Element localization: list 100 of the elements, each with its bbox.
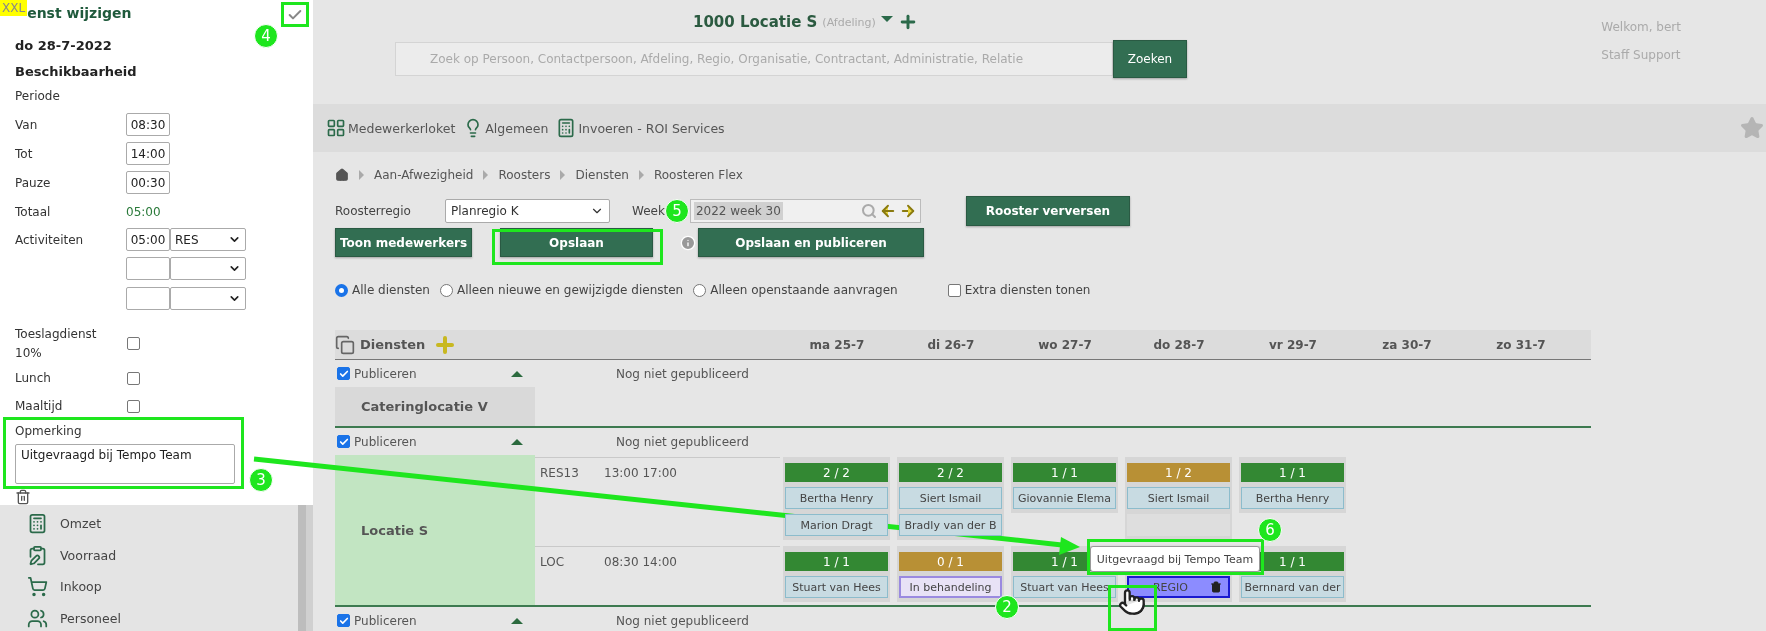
section-heading: Beschikbaarheid — [15, 62, 137, 81]
refresh-button[interactable]: Rooster verversen — [965, 196, 1130, 226]
shift-entry[interactable]: Marion Dragt — [785, 514, 888, 536]
chevron-icon — [638, 170, 644, 180]
option-label: Maaltijd — [15, 397, 64, 415]
activity-select[interactable] — [170, 286, 246, 310]
shift-entry[interactable]: Stuart van Hees — [785, 576, 888, 598]
hours-field[interactable]: 05:00 — [126, 228, 170, 251]
publish-checkbox[interactable] — [337, 367, 350, 380]
breadcrumb-link[interactable]: Aan-Afwezigheid — [374, 168, 474, 182]
shift-entry[interactable]: Stuart van Hees — [1013, 576, 1116, 598]
sidebar-item[interactable]: Personeel — [27, 602, 298, 631]
publish-checkbox[interactable] — [337, 435, 350, 448]
field-label: Pauze — [15, 175, 52, 190]
location-type: (Afdeling) — [822, 15, 876, 29]
day-header: za 30-7 — [1381, 337, 1433, 352]
remark-field[interactable]: Uitgevraagd bij Tempo Team — [15, 444, 235, 484]
count-bar: 2 / 2 — [785, 463, 888, 482]
count-bar: 1 / 1 — [785, 552, 888, 571]
breadcrumb-link[interactable]: Roosters — [498, 168, 551, 182]
action-button[interactable]: Toon medewerkers — [335, 228, 472, 257]
step-marker: 6 — [1258, 518, 1282, 542]
toolbar-item[interactable]: Invoeren - ROI Services — [556, 118, 725, 138]
checkbox-label: Extra diensten tonen — [964, 283, 1091, 297]
total-value: 05:00 — [126, 204, 161, 219]
star-icon[interactable] — [1740, 116, 1764, 140]
option-checkbox[interactable] — [127, 399, 140, 413]
count-bar: 1 / 2 — [1127, 463, 1230, 482]
publish-checkbox[interactable] — [337, 614, 350, 627]
shift-entry[interactable]: Bertha Henry — [785, 487, 888, 509]
field-label: Activiteiten — [15, 232, 84, 247]
chevron-icon — [359, 170, 364, 180]
time-field[interactable]: 14:00 — [126, 142, 170, 165]
shift-time: 08:30 14:00 — [604, 555, 677, 571]
breadcrumb-link[interactable]: Roosteren Flex — [653, 168, 743, 182]
radio-label: Alle diensten — [352, 283, 430, 297]
activity-select[interactable]: RES — [170, 228, 246, 251]
shift-entry[interactable]: In behandeling — [899, 576, 1002, 598]
shift-entry[interactable]: Giovannie Elema — [1013, 487, 1116, 509]
option-checkbox[interactable] — [127, 371, 140, 385]
size-badge: XXL — [0, 0, 28, 16]
sidebar-item[interactable]: Inkoop — [27, 571, 298, 603]
option-checkbox[interactable] — [127, 337, 140, 350]
clipboard-icon — [27, 544, 48, 566]
collapse-icon[interactable] — [511, 438, 523, 445]
collapse-icon[interactable] — [511, 370, 523, 377]
shift-entry[interactable]: Siert Ismail — [899, 487, 1002, 509]
shift-code: RES13 — [539, 466, 580, 482]
week-field[interactable]: 2022 week 30 — [689, 199, 921, 223]
breadcrumb-link[interactable]: Diensten — [575, 168, 629, 182]
radio-button[interactable] — [693, 283, 707, 297]
hours-field[interactable] — [126, 286, 170, 310]
shift-time: 13:00 17:00 — [604, 466, 677, 482]
option-label: Lunch — [15, 369, 52, 387]
toolbar-item[interactable]: Algemeen — [463, 118, 549, 138]
search-field[interactable]: Zoek op Persoon, Contactpersoon, Afdeling, Regio, Organisatie, Contractant, Administratie, Relatie — [395, 42, 1113, 76]
caret-icon[interactable] — [880, 16, 893, 22]
action-button[interactable]: Opslaan en publiceren — [698, 228, 924, 257]
publish-status: Nog niet gepubliceerd — [616, 434, 749, 449]
sidebar-item[interactable]: Omzet — [27, 508, 298, 540]
location-title: 1000 Locatie S — [693, 13, 818, 31]
extra-checkbox[interactable] — [947, 283, 961, 297]
hours-field[interactable] — [126, 256, 170, 280]
shift-entry[interactable]: Bradly van der B — [899, 514, 1002, 536]
time-field[interactable]: 08:30 — [126, 113, 170, 136]
tooltip: Uitgevraagd bij Tempo Team — [1090, 546, 1260, 572]
scrollbar[interactable] — [298, 505, 306, 631]
hand-cursor-icon — [1118, 588, 1146, 616]
activity-select[interactable] — [170, 256, 246, 280]
location-cell: Cateringlocatie V — [335, 387, 535, 426]
count-bar: 1 / 1 — [1013, 463, 1116, 482]
day-header: vr 29-7 — [1268, 337, 1318, 352]
info-icon[interactable] — [680, 234, 696, 251]
sidebar-item[interactable]: Voorraad — [27, 539, 298, 571]
chevron-icon — [483, 170, 489, 180]
field-label: Tot — [15, 146, 34, 161]
radio-button[interactable] — [439, 283, 453, 297]
field-label: Opmerking — [15, 423, 83, 440]
shift-entry[interactable]: Bernnard van der — [1241, 576, 1344, 598]
shift-entry[interactable]: Bertha Henry — [1241, 487, 1344, 509]
schedule-title: Diensten — [360, 337, 426, 352]
copy-icon[interactable] — [335, 334, 355, 355]
search-button[interactable]: Zoeken — [1113, 40, 1187, 78]
day-header: ma 25-7 — [808, 337, 866, 352]
step-marker: 5 — [665, 199, 689, 223]
panel-title: enst wijzigen — [27, 5, 132, 21]
people-icon — [27, 607, 48, 629]
trash-icon[interactable] — [15, 489, 31, 505]
radio-label: Alleen openstaande aanvragen — [710, 283, 898, 297]
location-cell: Locatie S — [335, 455, 535, 605]
home-icon[interactable] — [335, 168, 349, 182]
action-button[interactable]: Opslaan — [500, 228, 653, 257]
region-select[interactable]: Planregio K — [445, 199, 610, 223]
option-label: Toeslagdienst 10% — [15, 325, 98, 362]
toolbar-item[interactable]: Medewerkerloket — [326, 118, 456, 138]
collapse-icon[interactable] — [511, 617, 523, 624]
radio-button[interactable] — [335, 283, 348, 297]
shift-entry[interactable]: Siert Ismail — [1127, 487, 1230, 509]
trash-icon[interactable] — [1210, 581, 1222, 593]
time-field[interactable]: 00:30 — [126, 171, 170, 194]
